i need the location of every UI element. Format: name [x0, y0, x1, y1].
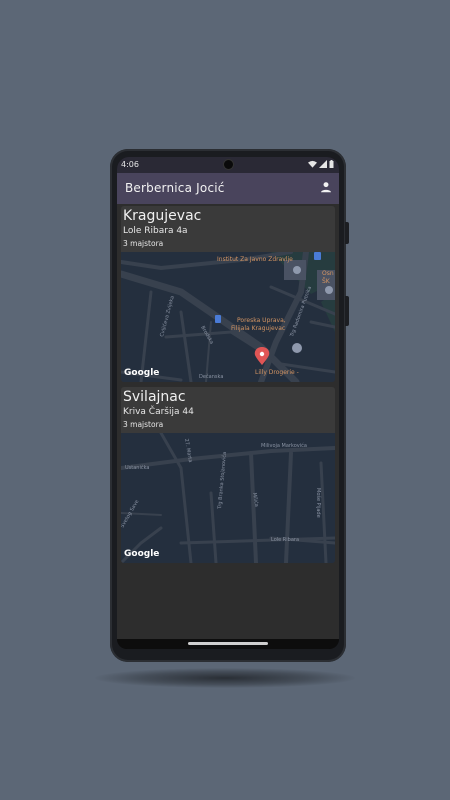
card-info: Svilajnac Kriva Čaršija 44 3 majstora — [121, 387, 335, 433]
location-card-kragujevac[interactable]: Kragujevac Lole Ribara 4a 3 majstora Ins… — [121, 206, 335, 382]
app-title: Berbernica Jocić — [125, 181, 225, 195]
gesture-nav-bar — [117, 639, 339, 649]
poi-label: Institut Za Javno Zdravlje — [217, 256, 293, 263]
card-barber-count: 3 majstora — [123, 239, 164, 248]
street-label: Dečanska — [199, 373, 223, 380]
card-address: Kriva Čaršija 44 — [123, 407, 194, 417]
phone-volume-button — [345, 296, 349, 326]
card-city: Svilajnac — [123, 389, 186, 405]
signal-icon — [319, 160, 327, 168]
card-city: Kragujevac — [123, 208, 202, 224]
app-bar: Berbernica Jocić — [117, 173, 339, 204]
card-info: Kragujevac Lole Ribara 4a 3 majstora — [121, 206, 335, 252]
location-card-svilajnac[interactable]: Svilajnac Kriva Čaršija 44 3 majstora Mi… — [121, 387, 335, 563]
card-address: Lole Ribara 4a — [123, 226, 188, 236]
map-graphic: Milivoja Markovića Ustanička 27. Marta T… — [121, 433, 335, 563]
battery-icon — [329, 160, 334, 168]
poi-label: Poreska Uprava, — [237, 317, 286, 324]
google-attribution: Google — [124, 368, 160, 378]
card-barber-count: 3 majstora — [123, 420, 164, 429]
map-svilajnac[interactable]: Milivoja Markovića Ustanička 27. Marta T… — [121, 433, 335, 563]
camera-cutout — [224, 160, 233, 169]
device-shadow — [95, 668, 355, 688]
street-label: Ustanička — [125, 464, 149, 471]
poi-label: Osn — [322, 270, 334, 277]
status-icons — [308, 160, 334, 168]
wifi-icon — [308, 160, 317, 168]
street-label: Lole Ribara — [271, 537, 299, 543]
app-screen: 4:06 Berbernica Jocić Kragujevac Lole Ri… — [117, 157, 339, 649]
poi-label: ŠK — [322, 278, 331, 285]
google-attribution: Google — [124, 549, 160, 559]
street-label: Moše Pijade — [315, 488, 322, 518]
poi-label: Lilly Drogerie - — [255, 369, 299, 376]
phone-side-button — [345, 222, 349, 244]
barbershop-list: Kragujevac Lole Ribara 4a 3 majstora Ins… — [117, 204, 339, 639]
status-time: 4:06 — [121, 160, 139, 169]
map-graphic: Institut Za Javno Zdravlje Poreska Uprav… — [121, 252, 335, 382]
map-kragujevac[interactable]: Institut Za Javno Zdravlje Poreska Uprav… — [121, 252, 335, 382]
status-bar: 4:06 — [117, 157, 339, 173]
home-gesture-handle[interactable] — [188, 642, 268, 645]
account-icon[interactable] — [319, 180, 333, 194]
poi-label: Filijala Kragujevac — [231, 325, 285, 332]
street-label: Milivoja Markovića — [261, 442, 307, 449]
